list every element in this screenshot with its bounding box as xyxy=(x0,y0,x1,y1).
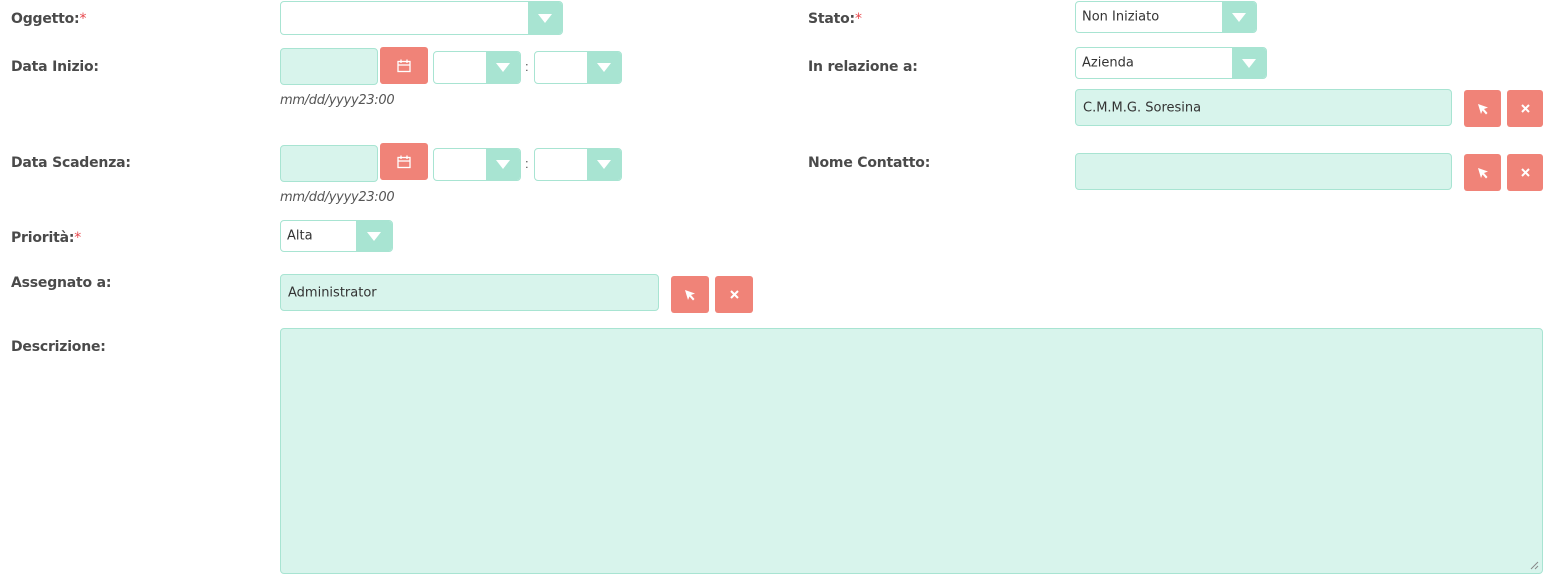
nome-contatto-select-button[interactable] xyxy=(1464,154,1501,191)
stato-label: Stato:* xyxy=(808,11,862,27)
data-scadenza-format-hint: mm/dd/yyyy23:00 xyxy=(280,190,395,205)
data-scadenza-minute-select[interactable] xyxy=(534,148,622,181)
data-inizio-hour-select[interactable] xyxy=(433,51,521,84)
oggetto-label-text: Oggetto: xyxy=(11,11,80,27)
assegnato-label: Assegnato a: xyxy=(11,275,112,291)
dropdown-icon xyxy=(587,52,621,83)
priorita-select[interactable]: Alta xyxy=(280,220,393,252)
assegnato-clear-button[interactable] xyxy=(715,276,753,313)
priorita-select-value: Alta xyxy=(287,228,313,244)
in-relazione-type-value: Azienda xyxy=(1082,55,1134,71)
cursor-arrow-icon xyxy=(685,289,695,300)
cursor-arrow-icon xyxy=(1477,103,1488,114)
oggetto-select[interactable] xyxy=(280,1,563,35)
dropdown-icon xyxy=(356,221,392,251)
required-mark: * xyxy=(854,11,862,27)
time-separator: : xyxy=(525,59,529,74)
cursor-arrow-icon xyxy=(1477,167,1488,178)
dropdown-icon xyxy=(486,52,520,83)
stato-select[interactable]: Non Iniziato xyxy=(1075,1,1257,33)
dropdown-icon xyxy=(528,2,562,34)
data-inizio-label: Data Inizio: xyxy=(11,59,99,75)
data-inizio-input[interactable] xyxy=(280,48,378,85)
calendar-icon xyxy=(397,155,411,168)
nome-contatto-input[interactable] xyxy=(1075,153,1452,190)
stato-label-text: Stato: xyxy=(808,11,855,27)
in-relazione-input[interactable]: C.M.M.G. Soresina xyxy=(1075,89,1452,126)
calendar-icon xyxy=(397,59,411,72)
dropdown-icon xyxy=(1222,2,1256,32)
required-mark: * xyxy=(74,230,82,246)
priorita-label: Priorità:* xyxy=(11,230,81,246)
data-inizio-calendar-button[interactable] xyxy=(380,47,428,84)
data-scadenza-input[interactable] xyxy=(280,145,378,182)
in-relazione-label: In relazione a: xyxy=(808,59,918,75)
nome-contatto-clear-button[interactable] xyxy=(1507,154,1543,191)
data-scadenza-hour-select[interactable] xyxy=(433,148,521,181)
dropdown-icon xyxy=(1232,48,1266,78)
descrizione-textarea[interactable] xyxy=(280,328,1543,574)
close-icon xyxy=(1520,168,1530,177)
data-inizio-format-hint: mm/dd/yyyy23:00 xyxy=(280,93,395,108)
time-separator: : xyxy=(525,156,529,171)
in-relazione-clear-button[interactable] xyxy=(1507,90,1543,127)
priorita-label-text: Priorità: xyxy=(11,230,75,246)
data-inizio-minute-select[interactable] xyxy=(534,51,622,84)
close-icon xyxy=(1520,104,1530,113)
in-relazione-value: C.M.M.G. Soresina xyxy=(1083,100,1202,115)
required-mark: * xyxy=(79,11,87,27)
data-scadenza-calendar-button[interactable] xyxy=(380,143,428,180)
in-relazione-select-button[interactable] xyxy=(1464,90,1501,127)
in-relazione-type-select[interactable]: Azienda xyxy=(1075,47,1267,79)
oggetto-label: Oggetto:* xyxy=(11,11,86,27)
assegnato-input[interactable]: Administrator xyxy=(280,274,659,311)
data-scadenza-label: Data Scadenza: xyxy=(11,155,131,171)
descrizione-label: Descrizione: xyxy=(11,339,106,355)
dropdown-icon xyxy=(587,149,621,180)
assegnato-value: Administrator xyxy=(288,285,377,300)
stato-select-value: Non Iniziato xyxy=(1082,9,1160,25)
resize-handle-icon[interactable] xyxy=(1529,560,1539,570)
close-icon xyxy=(729,290,739,299)
nome-contatto-label: Nome Contatto: xyxy=(808,155,931,171)
dropdown-icon xyxy=(486,149,520,180)
assegnato-select-button[interactable] xyxy=(671,276,709,313)
